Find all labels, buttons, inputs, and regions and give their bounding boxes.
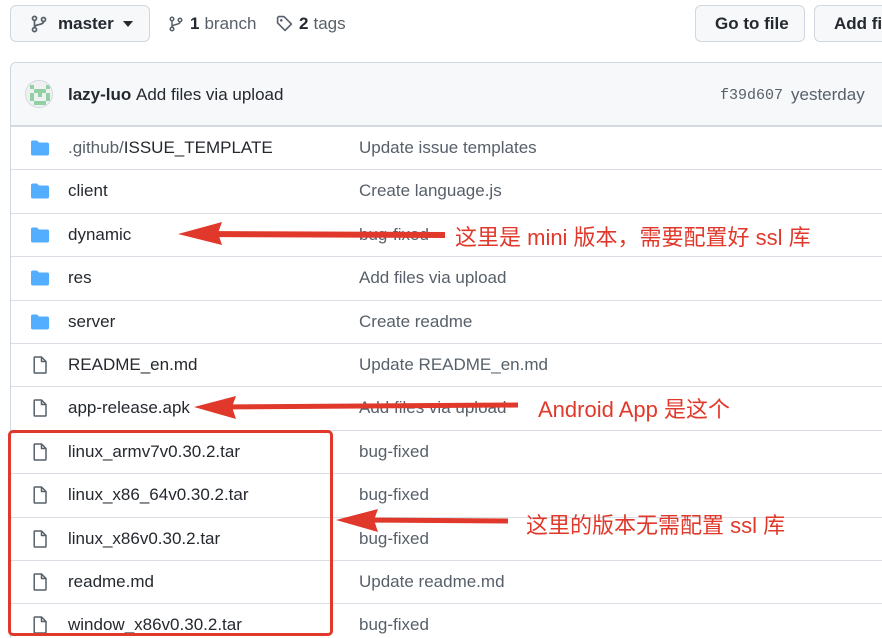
mini-version-note: 这里是 mini 版本，需要配置好 ssl 库 xyxy=(455,225,811,250)
branches-link[interactable]: 1 branch xyxy=(168,5,256,42)
file-row[interactable]: res Add files via upload xyxy=(11,256,882,299)
git-branch-icon xyxy=(31,15,47,32)
file-row[interactable]: server Create readme xyxy=(11,299,882,343)
tag-label: tags xyxy=(313,13,346,33)
go-to-file-button[interactable]: Go to file xyxy=(695,5,805,42)
branch-select-button[interactable]: master xyxy=(10,5,150,42)
commit-sha-link[interactable]: f39d607 xyxy=(720,87,783,104)
file-name-link[interactable]: dynamic xyxy=(68,225,131,245)
file-commit-message-link[interactable]: Update issue templates xyxy=(359,138,537,158)
file-row[interactable]: README_en.md Update README_en.md xyxy=(11,343,882,386)
file-commit-message-link[interactable]: Update readme.md xyxy=(359,572,505,592)
nossl-version-note: 这里的版本无需配置 ssl 库 xyxy=(526,513,786,538)
file-commit-message-link[interactable]: bug-fixed xyxy=(359,615,429,635)
avatar[interactable] xyxy=(25,80,53,108)
file-row[interactable]: .github/ISSUE_TEMPLATE Update issue templ… xyxy=(11,126,882,169)
file-commit-message-link[interactable]: bug-fixed xyxy=(359,529,429,549)
file-name-link[interactable]: client xyxy=(68,181,108,201)
file-commit-message-link[interactable]: bug-fixed xyxy=(359,225,429,245)
file-name-link[interactable]: server xyxy=(68,312,115,332)
file-name-text: res xyxy=(68,268,92,288)
file-commit-message-link[interactable]: Add files via upload xyxy=(359,268,506,288)
tag-icon xyxy=(276,15,293,32)
tag-count: 2 xyxy=(299,13,309,33)
file-name-text: app-release.apk xyxy=(68,398,190,418)
android-app-note: Android App 是这个 xyxy=(538,397,730,422)
file-name-text: dynamic xyxy=(68,224,132,244)
git-branch-icon xyxy=(169,15,183,32)
file-name-link[interactable]: res xyxy=(68,268,92,288)
commit-author-link[interactable]: lazy-luo xyxy=(68,85,131,105)
commit-time: yesterday xyxy=(791,85,865,104)
file-name-text: README_en.md xyxy=(68,355,198,374)
commit-message-link[interactable]: Add files via upload xyxy=(136,85,283,105)
file-commit-message-link[interactable]: Update README_en.md xyxy=(359,355,548,375)
chevron-down-icon xyxy=(122,20,133,27)
file-name-text: client xyxy=(68,181,108,201)
repo-toolbar: master 1 branch 2 tags Go to file Add fi xyxy=(0,0,882,50)
file-commit-message-link[interactable]: Create language.js xyxy=(359,181,502,201)
file-commit-message-link[interactable]: bug-fixed xyxy=(359,485,429,505)
tags-link[interactable]: 2 tags xyxy=(276,5,346,42)
add-file-button[interactable]: Add fi xyxy=(814,5,882,42)
file-commit-message-link[interactable]: Add files via upload xyxy=(359,398,506,418)
nossl-highlight-box xyxy=(8,430,333,636)
file-name-link[interactable]: app-release.apk xyxy=(68,398,190,418)
file-name-text: server xyxy=(68,311,116,331)
file-commit-message-link[interactable]: bug-fixed xyxy=(359,442,429,462)
latest-commit-bar: lazy-luo Add files via upload f39d607 ye… xyxy=(11,63,882,126)
file-name-prefix: .github/ xyxy=(68,138,124,157)
file-name-link[interactable]: .github/ISSUE_TEMPLATE xyxy=(68,138,273,158)
branch-count: 1 xyxy=(190,13,200,33)
branch-label: branch xyxy=(204,13,257,33)
file-commit-message-link[interactable]: Create readme xyxy=(359,312,472,332)
file-row[interactable]: app-release.apk Add files via upload xyxy=(11,386,882,429)
file-name-text: ISSUE_TEMPLATE xyxy=(123,138,273,157)
file-row[interactable]: client Create language.js xyxy=(11,169,882,212)
file-name-link[interactable]: README_en.md xyxy=(68,355,197,375)
branch-name: master xyxy=(58,13,114,33)
